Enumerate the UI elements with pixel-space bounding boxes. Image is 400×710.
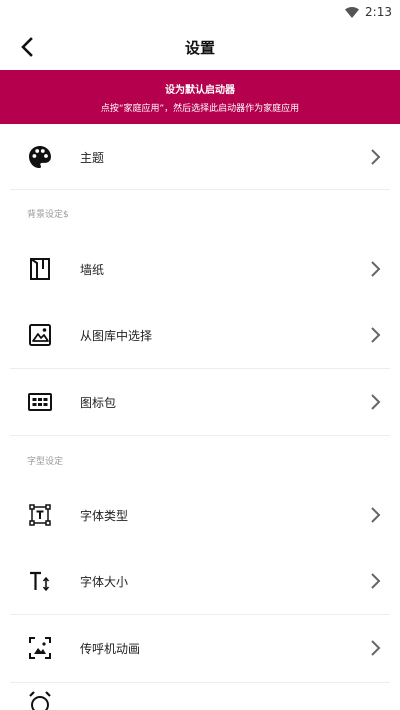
chevron-right-icon	[371, 507, 381, 523]
settings-item-gallery[interactable]: 从图库中选择	[0, 302, 400, 368]
font-type-icon	[27, 502, 53, 528]
settings-item-font-type[interactable]: 字体类型	[0, 482, 400, 548]
chevron-right-icon	[371, 394, 381, 410]
settings-item-label: 主题	[80, 150, 105, 165]
settings-item-label: 墙纸	[80, 262, 105, 277]
back-arrow-icon	[21, 37, 33, 57]
app-bar: 设置	[0, 24, 400, 70]
animation-icon	[27, 635, 53, 661]
divider	[10, 682, 390, 683]
settings-item-label: 字体大小	[80, 574, 129, 589]
settings-item-icon-pack[interactable]: 图标包	[0, 369, 400, 435]
settings-item-animation[interactable]: 传呼机动画	[0, 615, 400, 681]
gallery-icon	[27, 322, 53, 348]
section-header-background: 背景设定$	[27, 210, 69, 220]
section-header-font: 字型设定	[27, 457, 64, 467]
palette-icon	[27, 144, 53, 170]
chevron-right-icon	[371, 261, 381, 277]
icon-pack-icon	[27, 389, 53, 415]
wallpaper-icon	[27, 256, 53, 282]
banner-subtitle: 点按“家庭应用”，然后选择此启动器作为家庭应用	[100, 103, 300, 114]
alarm-icon	[27, 690, 53, 710]
chevron-right-icon	[371, 640, 381, 656]
status-time: 2:13	[365, 5, 392, 19]
font-size-icon	[27, 568, 53, 594]
settings-item-label: 图标包	[80, 395, 117, 410]
back-button[interactable]	[10, 30, 44, 64]
settings-item-partial[interactable]	[0, 690, 400, 710]
page-title: 设置	[184, 38, 215, 57]
divider	[10, 435, 390, 436]
wifi-icon	[345, 6, 360, 18]
chevron-right-icon	[371, 149, 381, 165]
status-bar: 2:13	[0, 0, 400, 24]
chevron-right-icon	[371, 573, 381, 589]
settings-item-label: 从图库中选择	[80, 328, 153, 343]
divider	[10, 189, 390, 190]
settings-item-theme[interactable]: 主题	[0, 124, 400, 190]
settings-item-wallpaper[interactable]: 墙纸	[0, 236, 400, 302]
settings-item-label: 字体类型	[80, 508, 129, 523]
settings-item-font-size[interactable]: 字体大小	[0, 548, 400, 614]
settings-item-label: 传呼机动画	[80, 641, 141, 656]
default-launcher-banner[interactable]: 设为默认启动器 点按“家庭应用”，然后选择此启动器作为家庭应用	[0, 70, 400, 124]
banner-title: 设为默认启动器	[165, 84, 235, 96]
chevron-right-icon	[371, 327, 381, 343]
